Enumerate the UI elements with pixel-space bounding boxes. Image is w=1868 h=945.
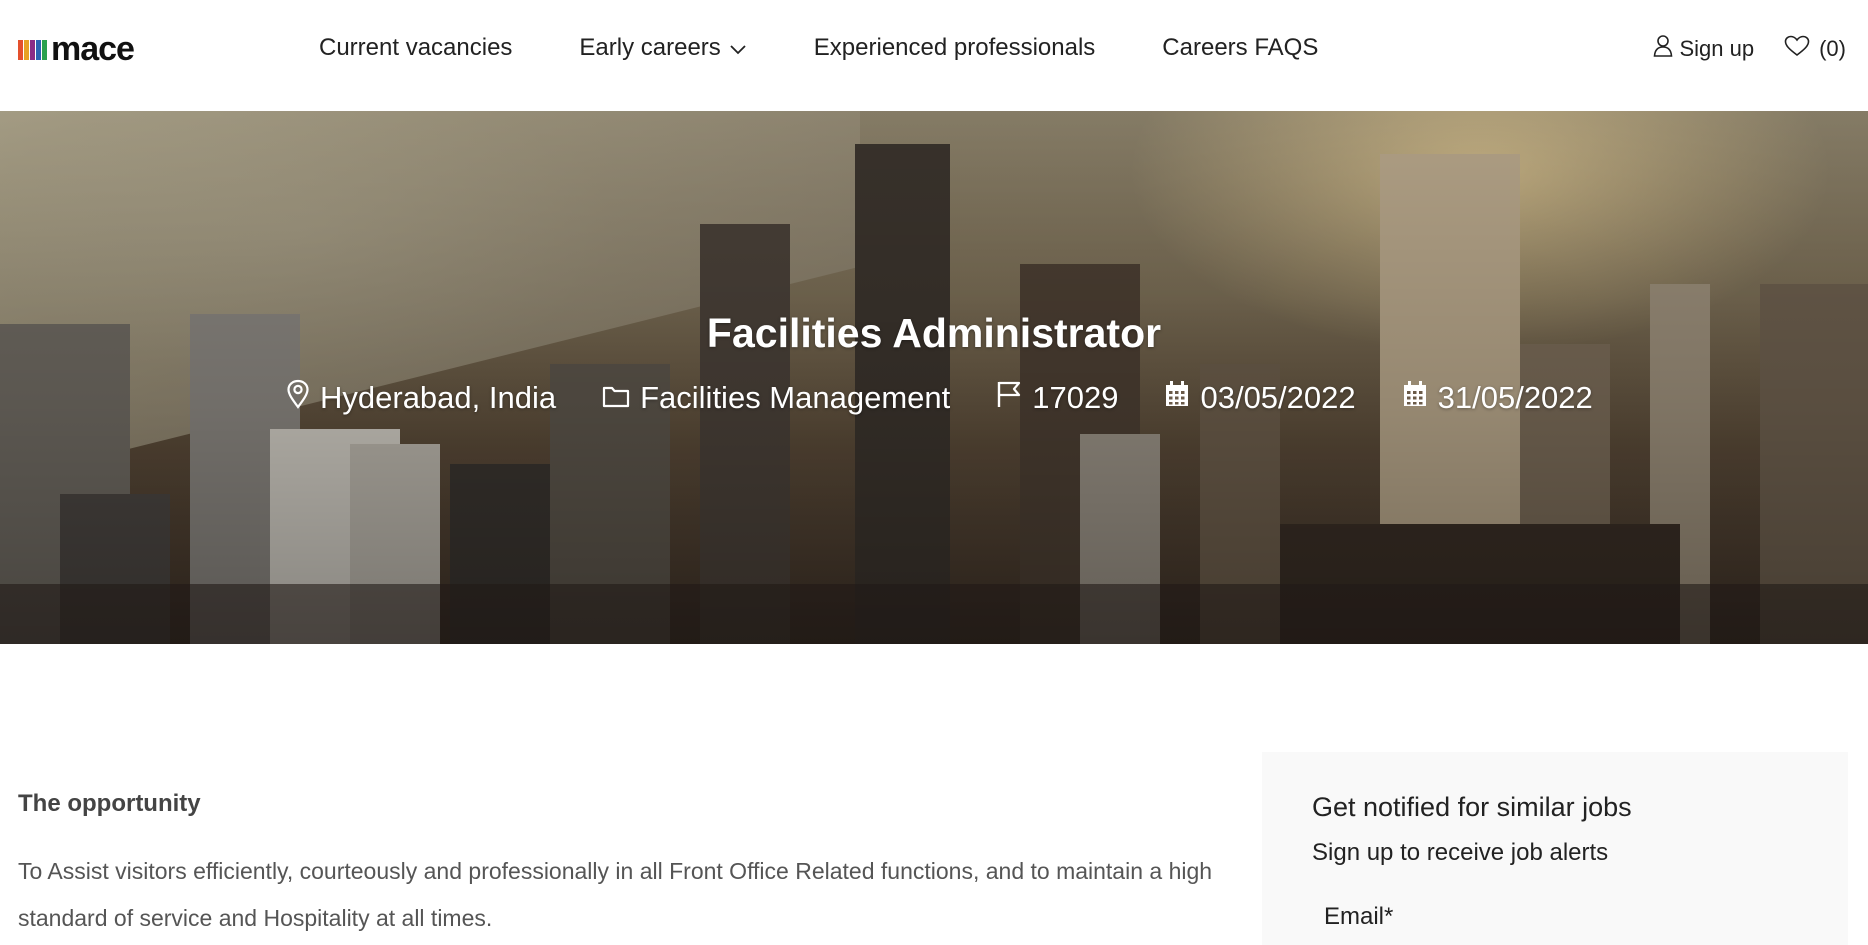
flag-icon	[996, 380, 1032, 416]
folder-icon	[602, 380, 640, 416]
chevron-down-icon	[729, 34, 747, 62]
nav-label: Experienced professionals	[813, 34, 1096, 61]
job-alert-title: Get notified for similar jobs	[1312, 792, 1632, 822]
job-alert-subtitle: Sign up to receive job alerts	[1312, 839, 1609, 866]
nav-early-careers[interactable]: Early careers	[579, 34, 746, 62]
heart-icon	[1784, 35, 1819, 63]
email-field-label: Email*	[1324, 903, 1394, 930]
sign-up-label: Sign up	[1679, 36, 1755, 61]
logo-color-bars	[18, 38, 48, 60]
sign-up-link[interactable]: Sign up	[1653, 34, 1754, 64]
job-alert-panel: Get notified for similar jobs Sign up to…	[1262, 752, 1848, 945]
location-pin-icon	[286, 379, 320, 417]
job-posted-date: 03/05/2022	[1164, 380, 1356, 416]
favorites-count: (0)	[1819, 36, 1846, 61]
job-closing-date: 31/05/2022	[1402, 380, 1593, 416]
job-title: Facilities Administrator	[706, 310, 1162, 356]
job-reference-text: 17029	[1032, 380, 1119, 415]
calendar-icon	[1402, 380, 1438, 416]
job-posted-date-text: 03/05/2022	[1200, 380, 1356, 415]
job-category-text: Facilities Management	[640, 380, 951, 415]
main-nav: Current vacancies Early careers Experien…	[319, 34, 1318, 62]
job-reference: 17029	[996, 380, 1118, 416]
opportunity-text: To Assist visitors efficiently, courteou…	[18, 858, 1213, 931]
job-closing-date-text: 31/05/2022	[1437, 380, 1593, 415]
nav-experienced-professionals[interactable]: Experienced professionals	[814, 34, 1096, 62]
nav-label: Careers FAQS	[1162, 34, 1319, 61]
calendar-icon	[1164, 380, 1200, 416]
nav-current-vacancies[interactable]: Current vacancies	[319, 34, 512, 62]
logo-text: mace	[51, 30, 135, 68]
nav-label: Current vacancies	[319, 34, 513, 61]
favorites-link[interactable]: (0)	[1784, 35, 1846, 63]
header-actions: Sign up (0)	[1653, 34, 1846, 64]
job-category: Facilities Management	[602, 380, 950, 416]
job-meta: Hyderabad, India Facilities Management 1…	[286, 378, 1593, 418]
opportunity-heading: The opportunity	[18, 790, 201, 817]
user-icon	[1653, 34, 1679, 64]
nav-label: Early careers	[579, 34, 721, 61]
job-description: The opportunity To Assist visitors effic…	[18, 790, 1228, 942]
nav-careers-faqs[interactable]: Careers FAQS	[1162, 34, 1318, 62]
job-location-text: Hyderabad, India	[320, 380, 557, 415]
job-hero-banner: Facilities Administrator Hyderabad, Indi…	[0, 111, 1868, 644]
job-location: Hyderabad, India	[286, 379, 556, 417]
site-header: mace Current vacancies Early careers Exp…	[0, 0, 1868, 111]
mace-logo[interactable]: mace	[18, 30, 135, 68]
